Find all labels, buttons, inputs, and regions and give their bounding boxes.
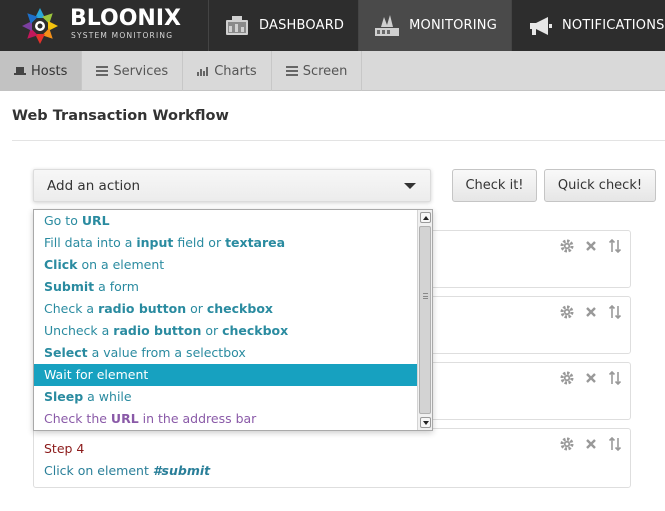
- step-tools: [560, 239, 622, 253]
- option-text: Select: [44, 345, 88, 360]
- tab-hosts-label: Hosts: [31, 63, 68, 79]
- dropdown-option[interactable]: Select a value from a selectbox: [34, 342, 418, 364]
- megaphone-icon: [530, 16, 552, 35]
- gear-icon[interactable]: [560, 305, 574, 319]
- option-text: Fill data into a: [44, 235, 137, 250]
- sort-icon[interactable]: [608, 239, 622, 253]
- option-text: or: [201, 323, 223, 338]
- option-text: a form: [94, 279, 139, 294]
- bloonix-logo-icon: [22, 8, 58, 44]
- step-desc-value: #submit: [152, 463, 211, 478]
- dropdown-option[interactable]: Uncheck a radio button or checkbox: [34, 320, 418, 342]
- check-it-button[interactable]: Check it!: [452, 169, 537, 202]
- scrollbar[interactable]: [417, 210, 432, 430]
- caret-down-icon: [404, 183, 416, 189]
- option-text: or: [186, 301, 207, 316]
- sort-icon[interactable]: [608, 437, 622, 451]
- gear-icon[interactable]: [560, 239, 574, 253]
- dropdown-option[interactable]: Fill data into a input field or textarea: [34, 232, 418, 254]
- dropdown-option[interactable]: Check the URL in the address bar: [34, 408, 418, 430]
- nav-notifications[interactable]: NOTIFICATIONS: [511, 0, 665, 51]
- option-text: in the address bar: [138, 411, 257, 426]
- scroll-up-icon[interactable]: [420, 212, 431, 223]
- tab-charts[interactable]: Charts: [183, 51, 272, 91]
- close-icon[interactable]: [584, 239, 598, 253]
- nav-dashboard-label: DASHBOARD: [259, 18, 345, 33]
- gear-icon[interactable]: [560, 437, 574, 451]
- list-icon: [285, 66, 298, 76]
- option-text: checkbox: [206, 301, 273, 316]
- dropdown-option[interactable]: Sleep a while: [34, 386, 418, 408]
- bar-chart-icon: [197, 67, 209, 76]
- tab-screen-label: Screen: [302, 63, 348, 79]
- tab-screen[interactable]: Screen: [272, 51, 363, 91]
- step-desc-prefix: Click on element: [44, 463, 153, 478]
- step-description: Click on element #submit: [44, 463, 210, 478]
- brand[interactable]: BLOONIX SYSTEM MONITORING: [0, 0, 208, 51]
- scrollbar-thumb[interactable]: [419, 226, 431, 414]
- close-icon[interactable]: [584, 437, 598, 451]
- close-icon[interactable]: [584, 305, 598, 319]
- option-text: URL: [110, 411, 139, 426]
- option-text: Submit: [44, 279, 95, 294]
- option-text: on a element: [77, 257, 165, 272]
- option-text: Check the: [44, 411, 111, 426]
- tab-hosts[interactable]: Hosts: [0, 51, 83, 91]
- action-options: Go to URL Fill data into a input field or…: [34, 210, 418, 430]
- brand-subtitle: SYSTEM MONITORING: [71, 31, 174, 40]
- option-text: radio button: [113, 323, 202, 338]
- title-divider: [12, 140, 665, 141]
- step-tools: [560, 371, 622, 385]
- option-text: field or: [173, 235, 226, 250]
- laptop-icon: [14, 67, 26, 75]
- option-text: Click: [44, 257, 78, 272]
- step-tools: [560, 437, 622, 451]
- dashboard-icon: [226, 15, 248, 35]
- option-text: Uncheck a: [44, 323, 114, 338]
- close-icon[interactable]: [584, 371, 598, 385]
- step-tools: [560, 305, 622, 319]
- step-card-4: Step 4 Click on element #submit: [33, 428, 631, 488]
- option-text: Check a: [44, 301, 99, 316]
- tab-services-label: Services: [113, 63, 169, 79]
- option-text: a while: [83, 389, 132, 404]
- sort-icon[interactable]: [608, 371, 622, 385]
- option-text: input: [136, 235, 174, 250]
- dropdown-option[interactable]: Click on a element: [34, 254, 418, 276]
- dropdown-option[interactable]: Submit a form: [34, 276, 418, 298]
- nav-notifications-label: NOTIFICATIONS: [562, 18, 665, 33]
- sub-nav: Hosts Services Charts Screen: [0, 51, 665, 91]
- option-text: Wait for element: [44, 367, 149, 382]
- monitoring-icon: [375, 14, 400, 36]
- main-nav: DASHBOARD MONITORING NOTIFICATIONS: [208, 0, 665, 51]
- list-icon: [96, 66, 109, 76]
- action-dropdown-list: Go to URL Fill data into a input field or…: [33, 209, 433, 431]
- nav-dashboard[interactable]: DASHBOARD: [208, 0, 358, 51]
- page-title: Web Transaction Workflow: [12, 108, 229, 124]
- nav-monitoring-label: MONITORING: [409, 18, 497, 33]
- brand-name: BLOONIX: [70, 6, 181, 31]
- option-text: checkbox: [222, 323, 289, 338]
- add-action-label: Add an action: [47, 177, 141, 194]
- dropdown-option[interactable]: Check a radio button or checkbox: [34, 298, 418, 320]
- add-action-select[interactable]: Add an action: [33, 169, 431, 202]
- option-text: Sleep: [44, 389, 84, 404]
- option-text: radio button: [98, 301, 187, 316]
- gear-icon[interactable]: [560, 371, 574, 385]
- scroll-down-icon[interactable]: [420, 417, 431, 428]
- step-title: Step 4: [44, 441, 85, 456]
- dropdown-option[interactable]: Go to URL: [34, 210, 418, 232]
- dropdown-option[interactable]: Wait for element: [34, 364, 418, 386]
- top-bar: BLOONIX SYSTEM MONITORING DASHBOARD MONI…: [0, 0, 665, 51]
- tab-charts-label: Charts: [214, 63, 257, 79]
- option-text: Go to: [44, 213, 82, 228]
- nav-monitoring[interactable]: MONITORING: [358, 0, 511, 51]
- quick-check-button[interactable]: Quick check!: [544, 169, 656, 202]
- option-text: URL: [81, 213, 110, 228]
- option-text: a value from a selectbox: [87, 345, 246, 360]
- sort-icon[interactable]: [608, 305, 622, 319]
- tab-services[interactable]: Services: [82, 51, 184, 91]
- option-text: textarea: [225, 235, 286, 250]
